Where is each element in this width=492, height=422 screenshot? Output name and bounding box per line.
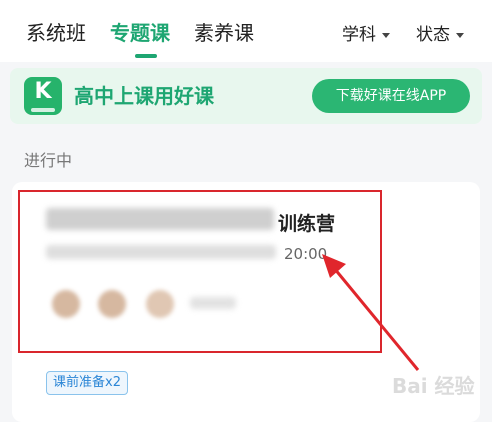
annotation-arrow-icon <box>322 254 420 371</box>
watermark: Bai 经验 <box>392 374 475 398</box>
